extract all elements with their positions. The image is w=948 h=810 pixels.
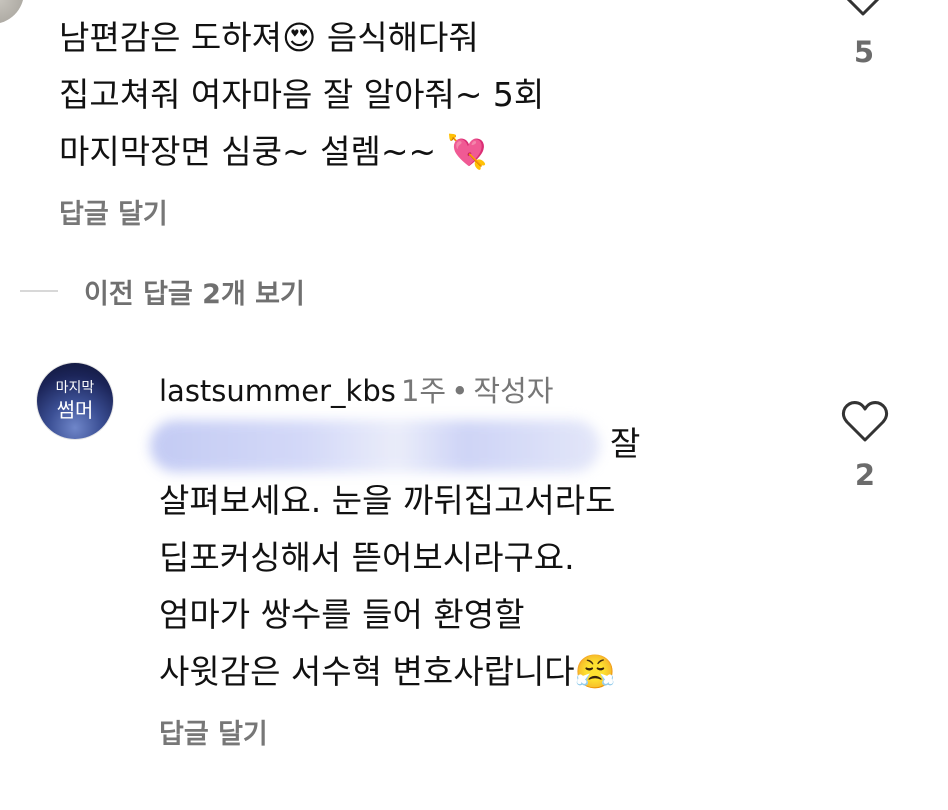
comment-text-line-2: 살펴보세요. 눈을 까뒤집고서라도 (159, 481, 616, 520)
comment-text-line-1: 남편감은 도하져😍 음식해다줘 (59, 18, 479, 57)
heart-icon-partial[interactable] (838, 0, 888, 18)
like-count: 2 (854, 458, 876, 492)
comment-text-line-3: 딥포커싱해서 뜯어보시라구요. (159, 538, 575, 577)
view-previous-replies-button[interactable]: 이전 답글 2개 보기 (84, 272, 305, 311)
like-count: 5 (853, 35, 875, 69)
comment-text-line-2: 집고쳐줘 여자마음 잘 알아줘~ 5회 (59, 75, 545, 114)
username-link[interactable]: lastsummer_kbs (159, 374, 396, 408)
comment-text-line-5: 사윗감은 서수혁 변호사랍니다😤 (159, 652, 616, 691)
comment-text-line-4: 엄마가 쌍수를 들어 환영할 (159, 595, 525, 634)
timestamp: 1주 (400, 374, 447, 408)
avatar-previous-comment[interactable] (0, 0, 24, 24)
replies-divider (20, 290, 58, 292)
reply-button[interactable]: 답글 달기 (59, 192, 168, 231)
heart-outline-icon (846, 0, 880, 16)
blurred-text (150, 420, 600, 472)
avatar[interactable]: 마지막 썸머 (37, 363, 113, 439)
avatar-text-bottom: 썸머 (56, 398, 94, 422)
comment-text-line-1-suffix: 잘 (610, 424, 641, 463)
like-button[interactable] (840, 400, 890, 444)
heart-outline-icon (841, 401, 889, 442)
avatar-text-top: 마지막 (55, 380, 95, 396)
author-badge: 작성자 (473, 374, 554, 408)
reply-button[interactable]: 답글 달기 (159, 712, 268, 751)
comment-header: lastsummer_kbs 1주 • 작성자 (159, 368, 553, 410)
comment-text-line-3: 마지막장면 심쿵~ 설렘~~ 💘 (59, 132, 488, 171)
separator-dot: • (451, 374, 469, 408)
